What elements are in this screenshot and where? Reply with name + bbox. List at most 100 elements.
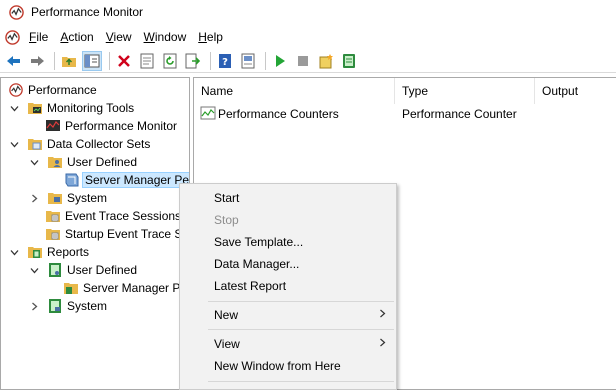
svg-text:?: ? (222, 57, 228, 68)
list-item-type: Performance Counter (402, 107, 517, 121)
tree-item-label: Performance Monitor (65, 119, 178, 133)
tree-item-label: Server Manager Pe (83, 281, 188, 295)
stop-icon (298, 55, 308, 66)
up-folder-button[interactable] (59, 51, 79, 71)
report-icon (47, 298, 63, 314)
tree-item-reports-server-manager[interactable]: Server Manager Pe (63, 279, 187, 297)
context-menu: Start Stop Save Template... Data Manager… (179, 183, 397, 390)
tree-item-label: Server Manager Per (81, 172, 189, 188)
back-button[interactable] (4, 51, 24, 71)
window-title: Performance Monitor (31, 5, 144, 19)
forward-button[interactable] (27, 51, 47, 71)
export-list-icon (185, 53, 201, 68)
folder-icon (27, 136, 43, 152)
console-tree[interactable]: Performance Monitoring Tools Performance… (0, 77, 190, 390)
column-header-name[interactable]: Name (194, 78, 395, 104)
menu-item-view[interactable]: View (180, 333, 396, 355)
expanded-chevron-icon[interactable] (29, 157, 39, 167)
perfmon-icon (9, 4, 24, 20)
data-manager-icon (343, 53, 355, 68)
folder-chart-icon (27, 100, 43, 116)
report-folder-icon (63, 280, 79, 296)
tree-item-label: Monitoring Tools (47, 101, 135, 115)
tree-item-user-defined[interactable]: User Defined (29, 153, 137, 171)
help-button[interactable]: ? (215, 51, 235, 71)
refresh-icon (163, 53, 177, 68)
toolbar-separator (210, 51, 211, 70)
tree-item-monitoring-tools[interactable]: Monitoring Tools (9, 99, 134, 117)
expanded-chevron-icon[interactable] (29, 265, 39, 275)
tree-item-reports-system[interactable]: System (29, 297, 107, 315)
menu-help[interactable]: Help (197, 28, 224, 46)
menu-item-save-template[interactable]: Save Template... (180, 231, 396, 253)
menu-file[interactable]: File (28, 28, 49, 46)
counter-chart-icon (200, 106, 216, 123)
submenu-arrow-icon (379, 338, 386, 350)
collapsed-chevron-icon[interactable] (29, 193, 39, 203)
start-button[interactable] (270, 51, 290, 71)
tree-item-event-trace-sessions[interactable]: Event Trace Sessions (45, 207, 181, 225)
tree-item-system[interactable]: System (29, 189, 107, 207)
tree-item-performance[interactable]: Performance (8, 81, 97, 99)
menu-window[interactable]: Window (143, 28, 188, 46)
menu-item-new-window[interactable]: New Window from Here (180, 355, 396, 377)
tree-item-startup-event-trace[interactable]: Startup Event Trace Se (45, 225, 189, 243)
delete-button[interactable] (114, 51, 134, 71)
tree-item-label: Event Trace Sessions (65, 209, 182, 223)
column-header-type[interactable]: Type (395, 78, 535, 104)
tree-item-label: Startup Event Trace Se (65, 227, 190, 241)
menu-view[interactable]: View (105, 28, 133, 46)
menu-action[interactable]: Action (59, 28, 94, 46)
delete-icon (118, 54, 130, 67)
tree-item-label: User Defined (67, 155, 138, 169)
menu-item-latest-report[interactable]: Latest Report (180, 275, 396, 297)
refresh-button[interactable] (160, 51, 180, 71)
collapsed-chevron-icon[interactable] (29, 301, 39, 311)
data-manager-button[interactable] (339, 51, 359, 71)
list-item[interactable]: Performance Counters Performance Counter (194, 105, 614, 123)
expanded-chevron-icon[interactable] (9, 247, 19, 257)
menu-item-data-manager[interactable]: Data Manager... (180, 253, 396, 275)
collector-set-icon (63, 172, 79, 188)
menu-item-start[interactable]: Start (180, 187, 396, 209)
menu-item-label: Stop (214, 213, 239, 227)
new-icon (319, 53, 333, 68)
tree-item-data-collector-sets[interactable]: Data Collector Sets (9, 135, 150, 153)
start-icon (276, 54, 285, 67)
menu-item-stop: Stop (180, 209, 396, 231)
user-folder-icon (47, 154, 63, 170)
tree-item-reports-user-defined[interactable]: User Defined (29, 261, 137, 279)
toolbar-separator (109, 51, 110, 70)
menu-item-label: Data Manager... (214, 257, 300, 271)
menu-item-label: New Window from Here (214, 359, 341, 373)
export-list-button[interactable] (183, 51, 203, 71)
tree-item-label: Reports (47, 245, 90, 259)
tree-item-performance-monitor[interactable]: Performance Monitor (45, 117, 177, 135)
expanded-chevron-icon[interactable] (9, 103, 19, 113)
new-button[interactable] (316, 51, 336, 71)
menu-separator (208, 329, 394, 330)
back-icon (7, 55, 20, 66)
stop-button[interactable] (293, 51, 313, 71)
menu-item-label: New (214, 308, 239, 322)
trace-folder-icon (45, 226, 61, 242)
system-menu-icon[interactable] (5, 29, 20, 45)
perfmon-icon (8, 82, 24, 98)
show-hide-tree-button[interactable] (82, 50, 102, 71)
properties-button[interactable] (137, 51, 157, 71)
help-icon: ? (219, 53, 231, 68)
trace-folder-icon (45, 208, 61, 224)
menu-item-new[interactable]: New (180, 304, 396, 326)
reports-folder-icon (27, 244, 43, 260)
menu-item-label: View (214, 337, 240, 351)
mmc-icon (241, 53, 255, 68)
tree-item-label: Data Collector Sets (47, 137, 151, 151)
column-header-output[interactable]: Output (535, 78, 616, 104)
report-icon (47, 262, 63, 278)
mmc-button[interactable] (238, 51, 258, 71)
tree-item-server-manager-perf[interactable]: Server Manager Per (63, 171, 189, 189)
tree-item-label: System (67, 299, 108, 313)
toolbar-separator (265, 51, 266, 70)
expanded-chevron-icon[interactable] (9, 139, 19, 149)
tree-item-reports[interactable]: Reports (9, 243, 89, 261)
